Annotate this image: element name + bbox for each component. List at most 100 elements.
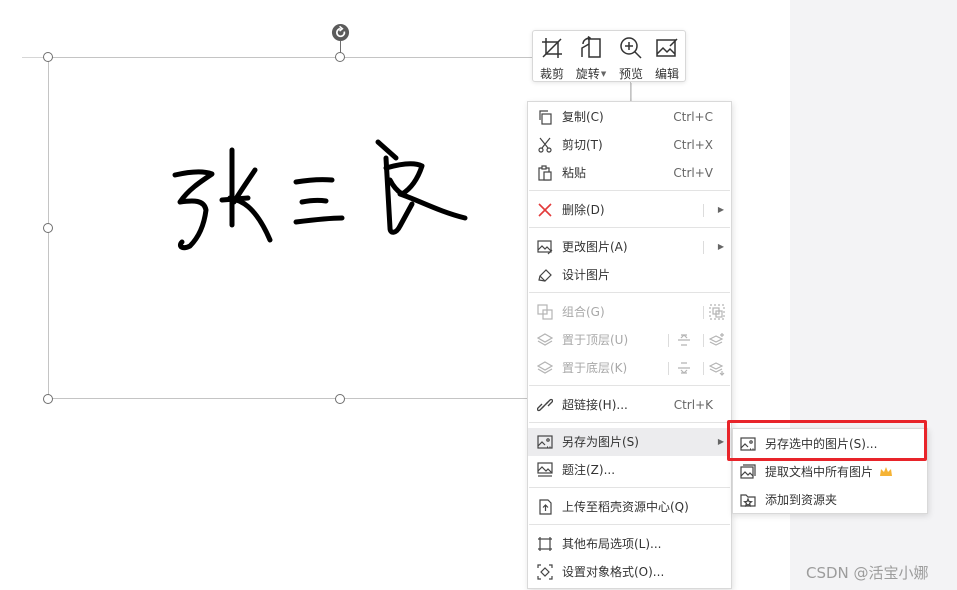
crown-icon [880,467,893,476]
submenu-arrow-icon: ▶ [717,205,724,214]
menu-item-label: 组合(G) [562,305,605,319]
resize-handle-top-left[interactable] [43,52,53,62]
bring-forward-icon[interactable] [676,332,692,348]
menu-separator [529,385,730,386]
resize-handle-middle-left[interactable] [43,223,53,233]
menu-item-label: 粘贴 [562,166,587,180]
save-image-icon [537,435,553,449]
rotate-handle-stem [340,41,341,53]
caption-icon [537,462,553,477]
resize-handle-top-middle[interactable] [335,52,345,62]
submenu-item-extract-all-images[interactable]: 提取文档中所有图片 [733,458,927,486]
save-as-image-submenu: 另存选中的图片(S)... 提取文档中所有图片 添加到资源夹 [732,428,928,514]
save-image-icon [740,437,756,451]
group-icon [537,304,553,320]
preview-label: 预览 [618,67,643,81]
menu-item-label: 超链接(H)... [562,398,628,412]
menu-item-label: 置于顶层(U) [562,333,629,347]
menu-separator [529,292,730,293]
menu-item-label: 上传至稻壳资源中心(Q) [562,500,689,514]
submenu-item-label: 添加到资源夹 [765,493,838,507]
crop-icon [542,38,562,58]
rotate-button[interactable]: 旋转▼ [571,31,611,83]
edit-image-icon [656,38,678,57]
menu-item-paste[interactable]: 粘贴 Ctrl+V [528,159,731,187]
send-to-back-quick-icon[interactable] [709,360,725,376]
extract-images-icon [740,464,756,479]
menu-item-shortcut: Ctrl+V [673,166,713,180]
resize-handle-bottom-middle[interactable] [335,394,345,404]
menu-separator [529,524,730,525]
crop-button[interactable]: 裁剪 [533,31,571,83]
submenu-item-add-to-resource-folder[interactable]: 添加到资源夹 [733,486,927,514]
resource-folder-star-icon [740,494,756,508]
menu-item-divider [668,334,669,347]
delete-x-icon [538,203,552,217]
bring-to-front-quick-icon[interactable] [709,332,725,348]
context-menu: 复制(C) Ctrl+C 剪切(T) Ctrl+X 粘贴 Ctrl+V 删除(D… [527,101,732,589]
menu-item-upload-docer[interactable]: 上传至稻壳资源中心(Q) [528,493,731,521]
menu-item-label: 题注(Z)... [562,463,616,477]
menu-item-design-image[interactable]: 设计图片 [528,261,731,289]
menu-item-send-to-back[interactable]: 置于底层(K) [528,354,731,382]
guide-line-vertical [631,83,632,101]
rotate-icon [581,36,601,58]
menu-item-divider [703,204,704,217]
resize-handle-bottom-left[interactable] [43,394,53,404]
menu-item-label: 设计图片 [562,268,611,282]
menu-item-label: 删除(D) [562,203,605,217]
menu-separator [529,227,730,228]
format-object-icon [537,564,553,580]
send-backward-icon[interactable] [676,360,692,376]
menu-item-save-as-image[interactable]: 另存为图片(S) ▶ [528,428,731,456]
paste-icon [538,165,552,181]
image-floating-toolbar: 裁剪 旋转▼ 预览 编辑 [532,30,686,82]
change-image-icon [537,240,553,255]
upload-icon [539,499,552,515]
layers-back-icon [537,361,553,374]
submenu-arrow-icon: ▶ [717,242,724,251]
submenu-arrow-icon: ▶ [717,437,724,446]
menu-item-label: 置于底层(K) [562,361,628,375]
menu-item-divider [703,334,704,347]
menu-item-layout-options[interactable]: 其他布局选项(L)... [528,530,731,558]
scissors-icon [538,137,552,153]
layers-front-icon [537,333,553,346]
menu-item-label: 剪切(T) [562,138,603,152]
layout-options-icon [538,537,552,551]
menu-item-copy[interactable]: 复制(C) Ctrl+C [528,103,731,131]
menu-item-change-image[interactable]: 更改图片(A) ▶ [528,233,731,261]
menu-item-format-object[interactable]: 设置对象格式(O)... [528,558,731,586]
submenu-item-label: 提取文档中所有图片 [765,465,874,479]
edit-label: 编辑 [654,67,679,81]
submenu-item-label: 另存选中的图片(S)... [765,437,878,451]
menu-item-label: 其他布局选项(L)... [562,537,662,551]
menu-item-group[interactable]: 组合(G) [528,298,731,326]
menu-item-shortcut: Ctrl+X [673,138,713,152]
edit-button[interactable]: 编辑 [649,31,685,83]
menu-item-delete[interactable]: 删除(D) ▶ [528,196,731,224]
group-quick-icon[interactable] [709,304,725,320]
crop-label: 裁剪 [539,67,564,81]
signature-image[interactable] [160,130,480,260]
menu-separator [529,422,730,423]
menu-item-cut[interactable]: 剪切(T) Ctrl+X [528,131,731,159]
preview-button[interactable]: 预览 [613,31,649,83]
menu-separator [529,190,730,191]
menu-item-label: 另存为图片(S) [562,435,639,449]
menu-item-bring-to-front[interactable]: 置于顶层(U) [528,326,731,354]
menu-item-hyperlink[interactable]: 超链接(H)... Ctrl+K [528,391,731,419]
rotate-dropdown-caret-icon[interactable]: ▼ [601,70,606,78]
submenu-item-save-selected-image[interactable]: 另存选中的图片(S)... [733,430,927,458]
menu-item-divider [703,306,704,319]
menu-item-caption[interactable]: 题注(Z)... [528,456,731,484]
rotate-label: 旋转 [575,67,600,81]
menu-item-divider [668,362,669,375]
rotate-handle-icon[interactable] [331,23,350,42]
design-image-icon [538,269,552,282]
menu-item-shortcut: Ctrl+K [673,398,713,412]
zoom-icon [620,37,642,59]
menu-item-divider [703,241,704,254]
copy-icon [539,110,552,125]
menu-item-label: 更改图片(A) [562,240,628,254]
